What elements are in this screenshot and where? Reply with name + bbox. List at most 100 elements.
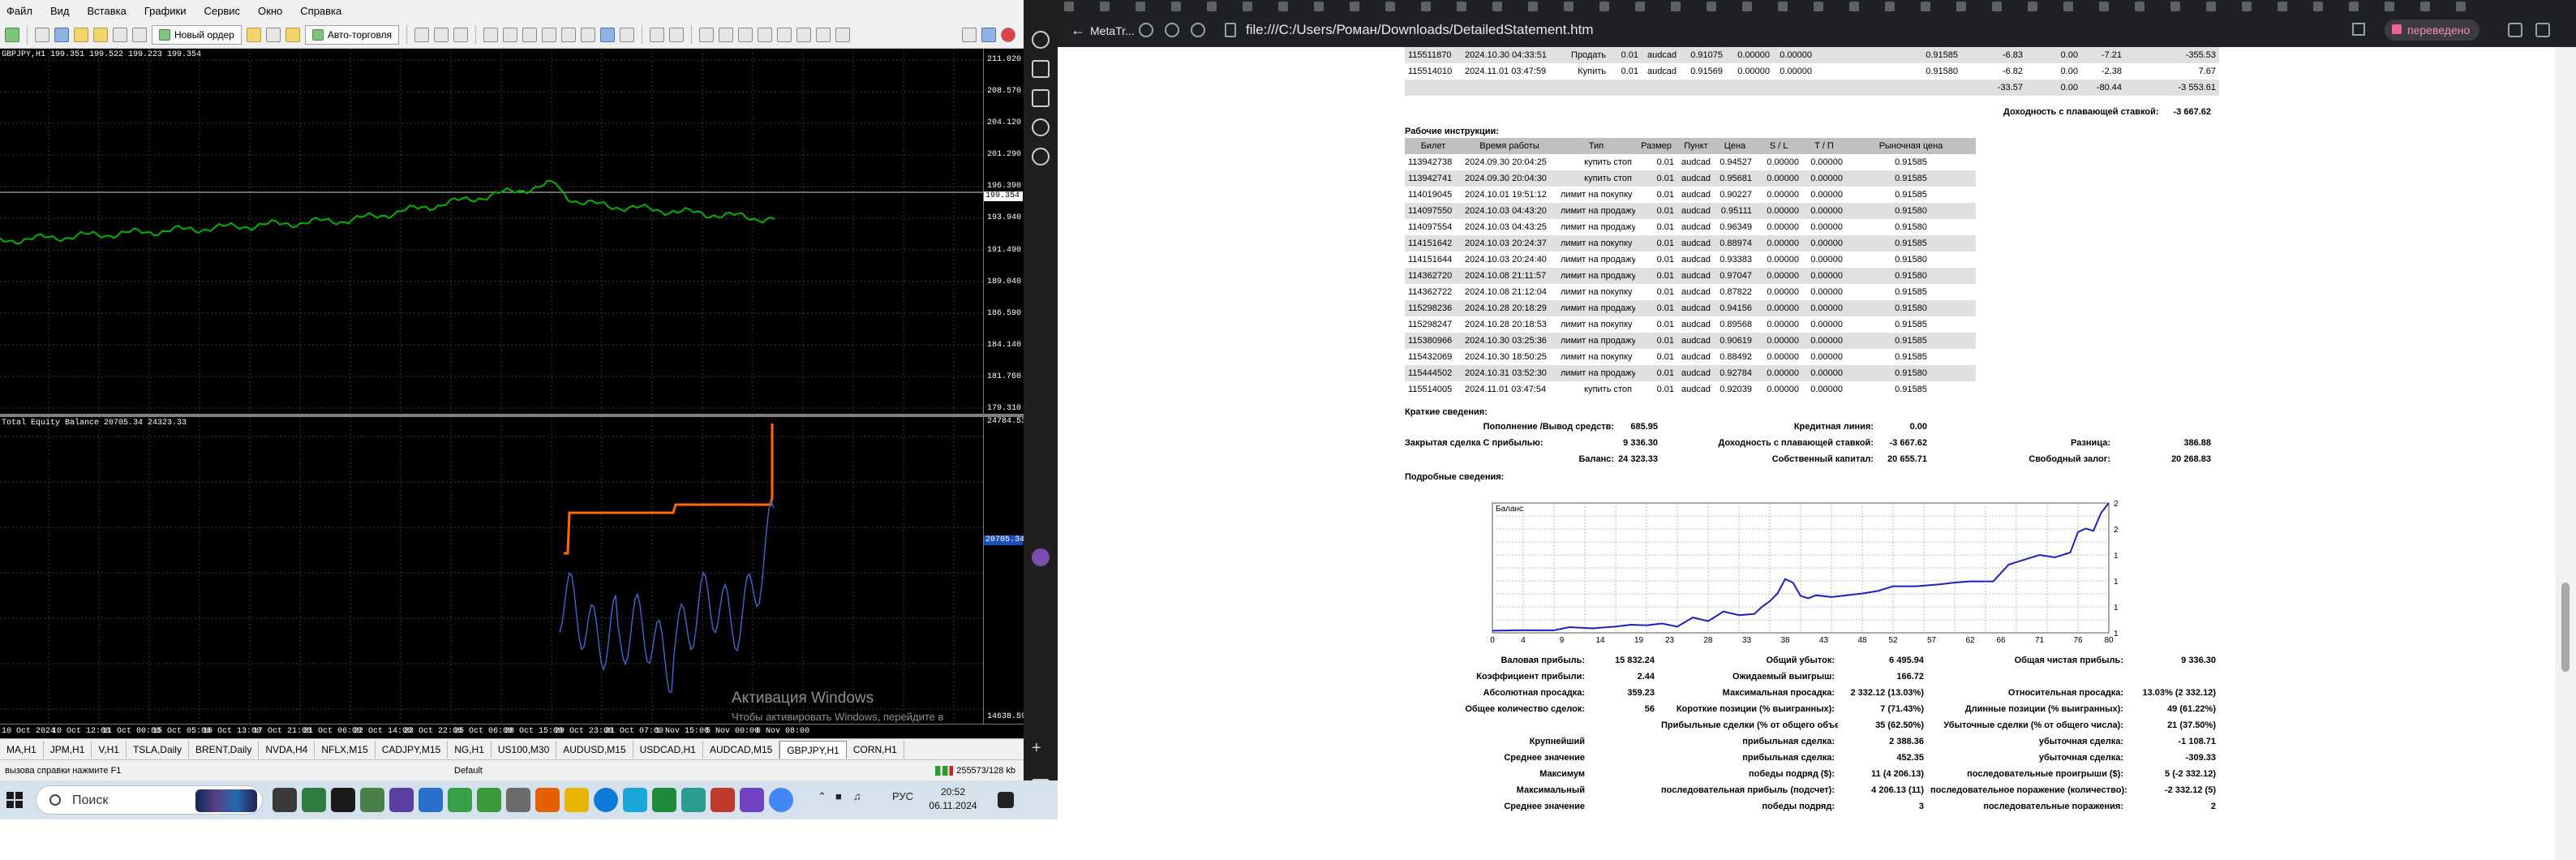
browser-tab-icon[interactable]	[1064, 2, 1074, 11]
app-icon[interactable]	[652, 788, 676, 812]
browser-tab-icon[interactable]	[1350, 2, 1359, 11]
fibonacci-icon[interactable]	[777, 27, 792, 42]
app-icon[interactable]	[1032, 548, 1050, 566]
app-icon[interactable]	[711, 788, 735, 812]
price-chart-canvas[interactable]	[0, 49, 983, 414]
browser-tab-icon[interactable]	[1100, 2, 1110, 11]
price-axis[interactable]: 211.020 208.570 204.120 201.290 196.390 193.9…	[983, 49, 1024, 414]
menu-file[interactable]: Файл	[6, 5, 32, 17]
symbol-tab[interactable]: AUDCAD,M15	[703, 740, 780, 759]
vertical-line-icon[interactable]	[699, 27, 715, 42]
indicators-icon[interactable]	[581, 27, 596, 42]
price-chart-pane[interactable]: GBPJPY,H1 199.351 199.522 199.223 199.35…	[0, 49, 983, 414]
app-icon[interactable]	[419, 788, 443, 812]
symbol-tab[interactable]: NFLX,M15	[315, 740, 376, 759]
history-icon[interactable]	[1032, 31, 1050, 49]
channel-icon[interactable]	[758, 27, 773, 42]
app-icon[interactable]	[448, 788, 472, 812]
symbol-tab[interactable]: CORN,H1	[847, 740, 904, 759]
options-icon[interactable]	[265, 27, 281, 42]
arrows-icon[interactable]	[835, 27, 851, 42]
taskbar-clock[interactable]: 20:52 06.11.2024	[925, 785, 981, 813]
browser-tab-icon[interactable]	[1599, 2, 1609, 11]
zoom-out-icon[interactable]	[503, 27, 518, 42]
symbol-tab[interactable]: JPM,H1	[44, 740, 92, 759]
menu-tools[interactable]: Сервис	[204, 5, 241, 17]
settings-icon[interactable]	[1032, 148, 1050, 166]
add-icon[interactable]: +	[1032, 740, 1050, 758]
site-tab-label[interactable]: MetaTr...	[1090, 24, 1135, 37]
browser-tab-icon[interactable]	[2385, 2, 2394, 11]
browser-tab-icon[interactable]	[1707, 2, 1716, 11]
calendar-icon[interactable]	[1032, 60, 1050, 78]
symbol-tab[interactable]: TSLA,Daily	[127, 740, 189, 759]
templates-icon[interactable]	[620, 27, 635, 42]
autotrade-button[interactable]: Авто-торговля	[304, 24, 400, 45]
browser-tab-icon[interactable]	[2063, 2, 2073, 11]
notifications-icon[interactable]	[1001, 27, 1015, 42]
symbol-tab[interactable]: CADJPY,M15	[376, 740, 449, 759]
taskbar-search[interactable]: Поиск	[36, 785, 263, 815]
reload-icon[interactable]	[1191, 23, 1205, 37]
symbol-tab[interactable]: US100,M30	[492, 740, 557, 759]
menu-help[interactable]: Справка	[300, 5, 341, 17]
browser-tab-icon[interactable]	[2135, 2, 2145, 11]
scrollbar-thumb[interactable]	[2561, 583, 2570, 672]
browser-tab-icon[interactable]	[2420, 2, 2430, 11]
chrome-icon[interactable]	[769, 788, 793, 812]
browser-tab-icon[interactable]	[1671, 2, 1681, 11]
browser-tab-icon[interactable]	[1885, 2, 1895, 11]
tile-windows-icon[interactable]	[522, 27, 538, 42]
address-bar[interactable]: file:///C:/Users/Роман/Downloads/Detaile…	[1246, 22, 1594, 38]
browser-tab-icon[interactable]	[2278, 2, 2287, 11]
equity-indicator-canvas[interactable]	[0, 417, 983, 724]
browser-tab-icon[interactable]	[1421, 2, 1431, 11]
edge-icon[interactable]	[594, 788, 618, 812]
collections-icon[interactable]	[2535, 23, 2550, 37]
symbol-tab[interactable]: NVDA,H4	[259, 740, 316, 759]
browser-tab-icon[interactable]	[1956, 2, 1966, 11]
browser-tab-icon[interactable]	[2349, 2, 2359, 11]
browser-tab-icon[interactable]	[1243, 2, 1252, 11]
symbol-tab[interactable]: GBPJPY,H1	[779, 740, 847, 759]
favorite-star-icon[interactable]	[2352, 23, 2365, 36]
volume-icon[interactable]: ♫	[853, 790, 861, 802]
menu-insert[interactable]: Вставка	[88, 5, 127, 17]
browser-tab-icon[interactable]	[2313, 2, 2323, 11]
app-icon[interactable]	[302, 788, 326, 812]
network-icon[interactable]: ■	[835, 790, 842, 802]
app-icon[interactable]	[506, 788, 530, 812]
browser-tab-icon[interactable]	[1564, 2, 1574, 11]
periods-icon[interactable]	[600, 27, 616, 42]
navigator-icon[interactable]	[93, 27, 108, 42]
browser-tab-icon[interactable]	[1492, 2, 1502, 11]
page-scrollbar[interactable]	[2555, 47, 2576, 860]
browser-tab-icon[interactable]	[2170, 2, 2180, 11]
candlestick-icon[interactable]	[434, 27, 449, 42]
back-arrow-icon[interactable]: ←	[1071, 22, 1085, 39]
browser-tab-icon[interactable]	[2028, 2, 2037, 11]
task-view-icon[interactable]	[273, 788, 297, 812]
app-icon[interactable]	[477, 788, 501, 812]
browser-tab-icon[interactable]	[1136, 2, 1145, 11]
firefox-icon[interactable]	[535, 788, 560, 812]
play-icon[interactable]	[1032, 118, 1050, 136]
cursor-icon[interactable]	[650, 27, 665, 42]
tab-actions-icon[interactable]	[1165, 23, 1179, 37]
screenshot-icon[interactable]	[1032, 89, 1050, 107]
label-tool-icon[interactable]	[816, 27, 831, 42]
start-icon[interactable]	[6, 792, 23, 808]
chat-icon[interactable]	[981, 27, 996, 42]
browser-tab-icon[interactable]	[1778, 2, 1788, 11]
bar-chart-icon[interactable]	[414, 27, 430, 42]
new-chart-icon[interactable]	[5, 27, 19, 42]
browser-tab-icon[interactable]	[1528, 2, 1538, 11]
horizontal-line-icon[interactable]	[719, 27, 734, 42]
split-screen-icon[interactable]	[2508, 23, 2522, 37]
crosshair-icon[interactable]	[669, 27, 685, 42]
market-watch-icon[interactable]	[54, 27, 69, 42]
search-icon[interactable]	[962, 27, 977, 42]
file-explorer-icon[interactable]	[565, 788, 589, 812]
menu-charts[interactable]: Графики	[144, 5, 187, 17]
profiles-icon[interactable]	[35, 27, 49, 42]
